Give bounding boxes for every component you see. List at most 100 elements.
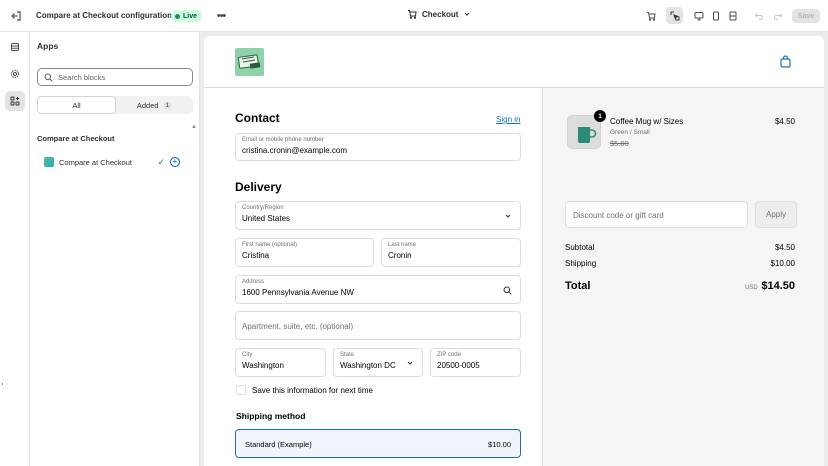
- live-dot-icon: [175, 13, 180, 19]
- product-name: Coffee Mug w/ Sizes: [610, 117, 684, 126]
- discount-code-input[interactable]: Discount code or gift card: [565, 201, 748, 228]
- total-label: Total: [565, 280, 591, 292]
- configuration-title: Compare at Checkout configuration: [36, 11, 173, 20]
- city-value: Washington: [242, 361, 284, 370]
- zip-value: 20500-0005: [437, 361, 480, 370]
- email-field[interactable]: Email or mobile phone number cristina.cr…: [235, 133, 521, 161]
- redo-icon[interactable]: [769, 7, 786, 24]
- shipping-method-heading: Shipping method: [236, 411, 306, 421]
- save-info-label: Save this information for next time: [252, 386, 373, 395]
- search-placeholder: Search blocks: [58, 72, 106, 82]
- shipping-option[interactable]: Standard (Example) $10.00: [235, 429, 521, 458]
- shipping-value: $10.00: [770, 259, 795, 268]
- mobile-view-icon[interactable]: [707, 7, 724, 24]
- more-actions-icon[interactable]: •••: [214, 9, 228, 23]
- cart-icon: [408, 10, 417, 19]
- add-block-icon[interactable]: +: [170, 157, 180, 167]
- app-logo-icon: [44, 157, 54, 167]
- country-value: United States: [242, 214, 291, 223]
- sections-icon[interactable]: [5, 37, 25, 57]
- checkout-header: [204, 36, 824, 88]
- tab-all[interactable]: All: [37, 96, 116, 114]
- email-value: cristina.cronin@example.com: [242, 146, 348, 155]
- block-label: Compare at Checkout: [59, 157, 132, 167]
- desktop-view-icon[interactable]: [690, 7, 707, 24]
- checkmark-icon: ✓: [157, 156, 165, 167]
- address-value: 1600 Pennsylvania Avenue NW: [242, 288, 354, 297]
- subtotal-value: $4.50: [774, 243, 795, 252]
- quantity-badge: 1: [594, 110, 606, 122]
- country-select[interactable]: Country/Region United States: [235, 201, 521, 230]
- added-count-badge: 1: [162, 101, 173, 109]
- search-icon: [503, 286, 512, 295]
- store-logo: [235, 48, 264, 76]
- last-name-field[interactable]: Last name Cronin: [381, 238, 521, 267]
- apply-discount-button[interactable]: Apply: [755, 201, 797, 228]
- search-blocks-input[interactable]: Search blocks: [37, 68, 193, 86]
- page-selector[interactable]: Checkout: [407, 9, 471, 19]
- save-info-checkbox[interactable]: [236, 385, 246, 395]
- cart-preview-icon[interactable]: [642, 7, 659, 24]
- first-name-value: Cristina: [242, 251, 270, 260]
- panel-title: Apps: [37, 41, 59, 51]
- city-label: City: [242, 352, 253, 358]
- delivery-heading: Delivery: [235, 180, 282, 194]
- compare-at-price: $5.00: [610, 139, 629, 148]
- last-name-label: Last name: [388, 242, 417, 248]
- sign-in-link[interactable]: Sign in: [496, 115, 520, 124]
- filter-tabs: All Added 1: [37, 96, 193, 114]
- shopping-bag-icon[interactable]: [778, 54, 792, 68]
- city-field[interactable]: City Washington: [235, 348, 326, 377]
- side-marker: [2, 383, 3, 385]
- app-section-title: Compare at Checkout: [37, 134, 115, 143]
- settings-gear-icon[interactable]: [5, 64, 25, 84]
- subtotal-label: Subtotal: [565, 243, 595, 252]
- address-label: Address: [242, 279, 265, 285]
- search-icon: [44, 73, 53, 82]
- full-width-view-icon[interactable]: [724, 7, 741, 24]
- total-value: $14.50: [761, 280, 795, 292]
- state-value: Washington DC: [340, 361, 396, 370]
- discount-placeholder: Discount code or gift card: [573, 211, 664, 220]
- zip-field[interactable]: ZIP code 20500-0005: [430, 348, 521, 377]
- zip-label: ZIP code: [437, 352, 461, 358]
- product-variant: Green / Small: [610, 129, 650, 136]
- collapse-caret-icon[interactable]: ▲: [191, 124, 197, 130]
- order-summary: 1 Coffee Mug w/ Sizes Green / Small $5.0…: [542, 88, 824, 466]
- tab-added[interactable]: Added 1: [116, 96, 193, 114]
- contact-heading: Contact: [235, 111, 280, 125]
- save-button[interactable]: Save: [792, 9, 820, 23]
- state-label: State: [340, 352, 355, 358]
- state-select[interactable]: State Washington DC: [333, 348, 423, 377]
- address-field[interactable]: Address 1600 Pennsylvania Avenue NW: [235, 275, 521, 304]
- first-name-label: First name (optional): [242, 242, 298, 248]
- top-bar: Compare at Checkout configuration Live •…: [0, 0, 828, 32]
- apps-panel: Apps Search blocks All Added 1 ▲ Compare…: [30, 32, 200, 466]
- undo-icon[interactable]: [750, 7, 767, 24]
- left-rail: [0, 32, 30, 466]
- apartment-placeholder: Apartment, suite, etc. (optional): [242, 322, 354, 331]
- compare-at-checkout-block[interactable]: Compare at Checkout ✓ +: [37, 150, 184, 174]
- inspector-icon[interactable]: [666, 7, 683, 24]
- exit-icon[interactable]: [9, 9, 23, 23]
- checkout-preview: Contact Sign in Email or mobile phone nu…: [204, 36, 824, 466]
- country-label: Country/Region: [242, 205, 284, 211]
- apps-icon[interactable]: [5, 91, 25, 111]
- shipping-option-price: $10.00: [488, 440, 511, 449]
- chevron-down-icon: [505, 214, 511, 218]
- chevron-down-icon: [465, 12, 470, 16]
- product-price: $4.50: [774, 117, 795, 126]
- apartment-field[interactable]: Apartment, suite, etc. (optional): [235, 311, 521, 340]
- tab-added-label: Added: [136, 100, 159, 110]
- tab-all-label: All: [72, 100, 81, 110]
- chevron-down-icon: [407, 361, 413, 365]
- first-name-field[interactable]: First name (optional) Cristina: [235, 238, 374, 267]
- shipping-label: Shipping: [565, 259, 597, 268]
- live-status-badge: Live: [171, 10, 203, 22]
- live-status-label: Live: [183, 12, 198, 20]
- currency-code: USD: [745, 285, 758, 291]
- checkout-form: Contact Sign in Email or mobile phone nu…: [204, 88, 542, 466]
- email-label: Email or mobile phone number: [242, 137, 324, 143]
- last-name-value: Cronin: [388, 251, 412, 260]
- page-selector-label: Checkout: [422, 9, 459, 19]
